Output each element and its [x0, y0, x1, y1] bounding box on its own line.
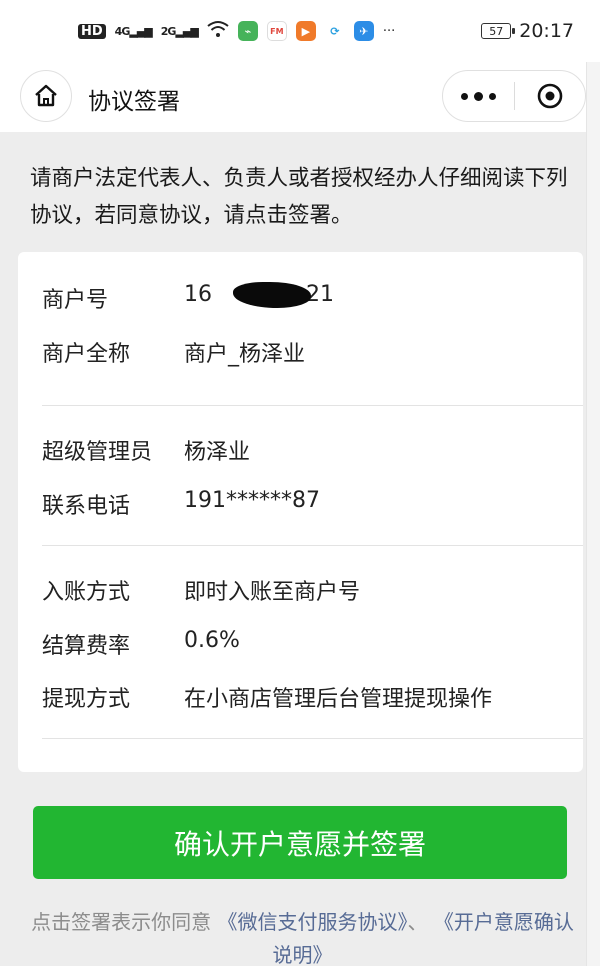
merchant-name-row: 商户全称 商户_杨泽业: [42, 336, 305, 368]
video-app-icon: ▶: [295, 21, 316, 41]
withdraw-method-label: 提现方式: [42, 687, 131, 712]
phone-value: 191******87: [184, 488, 320, 513]
confirm-sign-button[interactable]: 确认开户意愿并签署: [33, 806, 567, 879]
fm-app-icon: FM: [266, 21, 287, 41]
app-notification-icon: ⌁: [237, 21, 258, 41]
close-miniprogram-button[interactable]: [515, 71, 585, 121]
more-dots-icon-end: [489, 92, 496, 100]
signal-4g-indicator: 4G▂▄▆: [114, 24, 153, 38]
settlement-rate-row: 结算费率 0.6%: [42, 628, 240, 660]
agreement-info-card: 商户号 16 21 商户全称 商户_杨泽业 超级管理员 杨泽业 联系电话 191*…: [18, 252, 583, 772]
agreement-prefix: 点击签署表示你同意: [31, 910, 212, 934]
message-app-icon: ✈: [353, 21, 374, 41]
agreement-notice: 点击签署表示你同意 《微信支付服务协议》、 《开户意愿确认说明》: [30, 906, 575, 966]
clock: 20:17: [519, 20, 574, 42]
section-divider: [42, 738, 583, 739]
page-title: 协议签署: [88, 89, 180, 115]
side-scroll-edge: [586, 62, 600, 966]
target-close-icon: [537, 83, 563, 109]
battery-icon: 57: [481, 23, 516, 39]
settlement-rate-value: 0.6%: [184, 628, 240, 653]
admin-row: 超级管理员 杨泽业: [42, 434, 250, 466]
status-bar: HD 4G▂▄▆ 2G▂▄▆ ⌁ FM ▶ ⟳ ✈ ··· 57 20:17: [0, 0, 600, 62]
home-button[interactable]: [20, 70, 72, 122]
wechat-pay-agreement-link[interactable]: 《微信支付服务协议》: [218, 910, 408, 934]
merchant-name-label: 商户全称: [42, 342, 131, 367]
miniprogram-capsule: [442, 70, 586, 122]
settlement-method-value: 即时入账至商户号: [184, 580, 361, 605]
admin-label: 超级管理员: [42, 440, 153, 465]
section-divider: [42, 405, 583, 406]
settlement-method-row: 入账方式 即时入账至商户号: [42, 574, 360, 606]
phone-row: 联系电话 191******87: [42, 488, 320, 520]
settlement-rate-label: 结算费率: [42, 634, 131, 659]
withdraw-method-value: 在小商店管理后台管理提现操作: [184, 687, 493, 712]
signal-2g-indicator: 2G▂▄▆: [160, 24, 199, 38]
merchant-name-value: 商户_杨泽业: [184, 342, 306, 367]
intro-text: 请商户法定代表人、负责人或者授权经办人仔细阅读下列协议，若同意协议，请点击签署。: [30, 166, 568, 228]
wifi-icon: [207, 20, 229, 42]
more-menu-button[interactable]: [443, 71, 514, 121]
more-notifications-icon: ···: [382, 23, 396, 39]
more-dots-icon: [461, 92, 468, 100]
home-icon: [35, 84, 57, 107]
settlement-method-label: 入账方式: [42, 580, 131, 605]
agreement-separator: 、: [407, 910, 428, 934]
hd-indicator: HD: [78, 23, 106, 39]
withdraw-method-row: 提现方式 在小商店管理后台管理提现操作: [42, 681, 492, 713]
admin-value: 杨泽业: [184, 440, 251, 465]
sync-app-icon: ⟳: [324, 21, 345, 41]
more-dots-icon-center: [474, 91, 483, 101]
phone-label: 联系电话: [42, 494, 131, 519]
navigation-bar: 协议签署: [0, 62, 600, 132]
merchant-id-label: 商户号: [42, 288, 109, 313]
section-divider: [42, 545, 583, 546]
